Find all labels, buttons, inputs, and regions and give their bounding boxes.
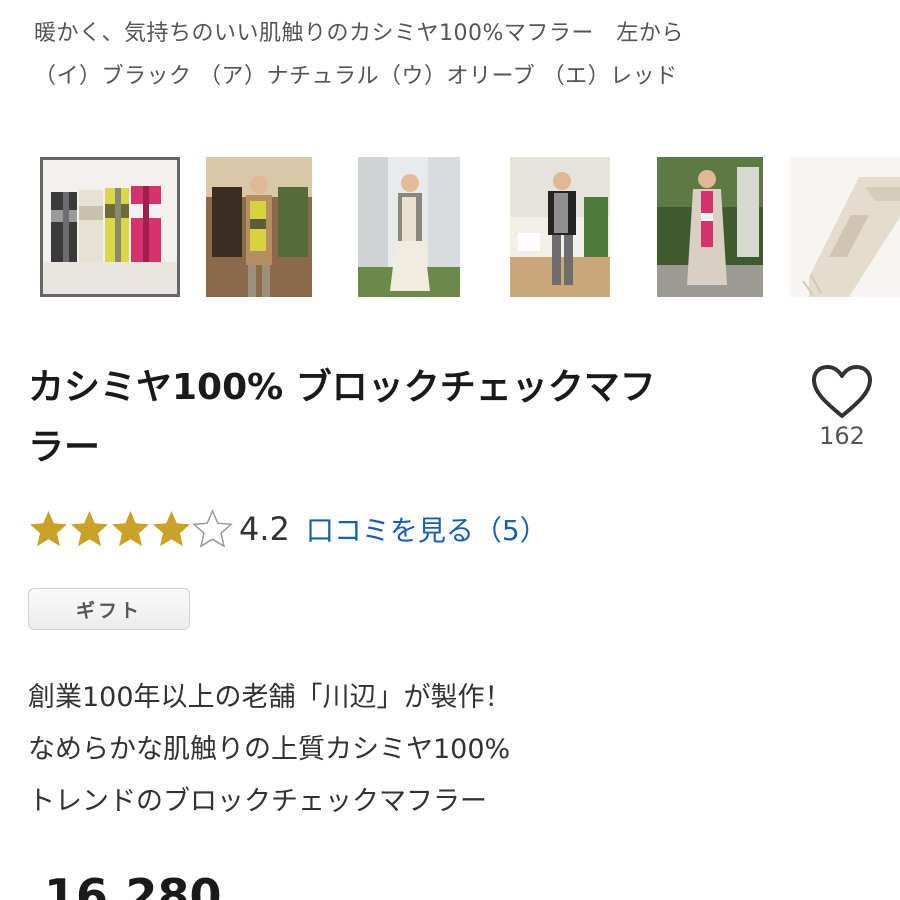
product-title: カシミヤ100% ブロックチェックマフ ラー bbox=[28, 358, 728, 478]
star-filled-icon bbox=[71, 510, 108, 546]
favorite-button[interactable]: 162 bbox=[808, 364, 876, 450]
favorite-count: 162 bbox=[819, 422, 865, 450]
scarf-closeup-image bbox=[789, 157, 900, 297]
product-description: 創業100年以上の老舗「川辺」が製作！ なめらかな肌触りの上質カシミヤ100% … bbox=[28, 672, 512, 828]
rating-row: 4.2 口コミを見る（5） bbox=[28, 506, 548, 552]
star-filled-icon bbox=[153, 510, 190, 546]
thumbnail-model-natural[interactable] bbox=[358, 157, 460, 297]
thumbnail-gallery bbox=[40, 157, 900, 297]
rating-stars bbox=[28, 508, 233, 550]
star-empty-icon bbox=[192, 508, 233, 548]
caption-line-1: 暖かく、気持ちのいい肌触りのカシミヤ100%マフラー 左から bbox=[34, 21, 684, 46]
product-title-line-1: カシミヤ100% ブロックチェックマフ bbox=[28, 367, 656, 408]
heart-icon bbox=[812, 365, 872, 418]
star-filled-icon bbox=[30, 510, 67, 546]
reviews-link[interactable]: 口コミを見る（5） bbox=[306, 509, 548, 549]
rating-value: 4.2 bbox=[239, 510, 290, 548]
description-line-1: 創業100年以上の老舗「川辺」が製作！ bbox=[28, 682, 512, 713]
model-black-scarf-image bbox=[510, 157, 610, 297]
description-line-2: なめらかな肌触りの上質カシミヤ100% bbox=[28, 734, 511, 765]
thumbnail-model-black[interactable] bbox=[510, 157, 610, 297]
product-title-line-2: ラー bbox=[28, 427, 101, 468]
thumbnail-model-red[interactable] bbox=[657, 157, 763, 297]
model-natural-scarf-image bbox=[358, 157, 460, 297]
product-price: 16,280 bbox=[44, 869, 222, 900]
thumbnail-scarf-closeup[interactable] bbox=[789, 157, 900, 297]
gift-badge[interactable]: ギフト bbox=[28, 588, 190, 630]
scarves-lineup-image bbox=[43, 160, 177, 294]
star-filled-icon bbox=[112, 510, 149, 546]
thumbnail-model-olive[interactable] bbox=[206, 157, 312, 297]
model-olive-scarf-image bbox=[206, 157, 312, 297]
thumbnail-scarves-lineup[interactable] bbox=[40, 157, 180, 297]
caption-line-2: （イ）ブラック （ア）ナチュラル（ウ）オリーブ （エ）レッド bbox=[34, 64, 678, 89]
description-line-3: トレンドのブロックチェックマフラー bbox=[28, 786, 487, 817]
image-caption: 暖かく、気持ちのいい肌触りのカシミヤ100%マフラー 左から （イ）ブラック （… bbox=[34, 12, 874, 98]
model-red-scarf-image bbox=[657, 157, 763, 297]
